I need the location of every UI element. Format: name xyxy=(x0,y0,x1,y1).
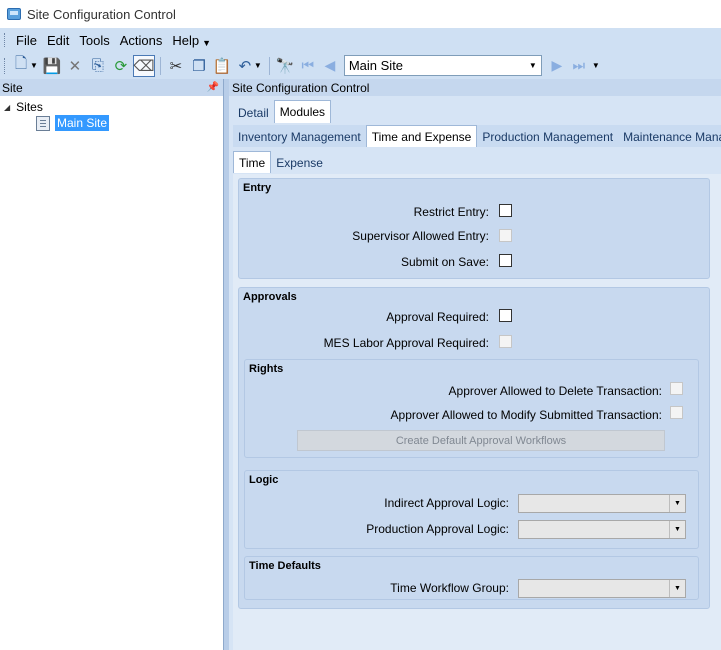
tree-node-sites[interactable]: ◢ Sites xyxy=(4,100,43,114)
tabs-level1: Detail Modules xyxy=(233,100,332,123)
chevron-down-icon[interactable]: ▼ xyxy=(669,495,685,512)
tab-time-and-expense[interactable]: Time and Expense xyxy=(365,125,478,147)
submit-on-save-label: Submit on Save: xyxy=(400,255,489,269)
logic-group-title: Logic xyxy=(249,474,279,486)
site-selector[interactable]: Main Site ▼ xyxy=(343,55,542,76)
rights-group: Rights Approver Allowed to Delete Transa… xyxy=(244,359,699,458)
config-panel-title: Site Configuration Control xyxy=(232,80,370,95)
tab-expense[interactable]: Expense xyxy=(271,153,328,173)
tab-time[interactable]: Time xyxy=(233,151,272,173)
indirect-approval-logic-label: Indirect Approval Logic: xyxy=(384,496,509,510)
tab-production-management[interactable]: Production Management xyxy=(477,127,618,147)
entry-group: Entry Restrict Entry: Supervisor Allowed… xyxy=(238,178,710,279)
site-panel-title: Site xyxy=(2,80,23,95)
previous-icon[interactable]: ◀ xyxy=(319,55,341,77)
toolbar-separator xyxy=(159,56,161,75)
menu-grip[interactable] xyxy=(4,33,7,47)
create-default-approval-workflows-button[interactable]: Create Default Approval Workflows xyxy=(297,430,665,451)
time-defaults-group-title: Time Defaults xyxy=(249,560,321,572)
chevron-down-icon[interactable]: ▼ xyxy=(669,580,685,597)
last-icon[interactable]: ⏭ xyxy=(568,55,590,77)
approvals-group-title: Approvals xyxy=(243,291,297,303)
delete-icon[interactable]: ✕ xyxy=(64,55,86,77)
config-panel-header: Site Configuration Control xyxy=(229,79,721,96)
collapse-icon[interactable]: ◢ xyxy=(4,103,10,112)
undo-icon[interactable]: ↶ xyxy=(234,55,256,77)
supervisor-allowed-entry-checkbox[interactable] xyxy=(499,229,512,242)
time-workflow-group-select[interactable]: ▼ xyxy=(518,579,686,598)
approval-required-label: Approval Required: xyxy=(386,310,489,324)
time-defaults-group: Time Defaults Time Workflow Group: ▼ xyxy=(244,556,699,600)
menu-actions[interactable]: Actions xyxy=(115,33,168,48)
site-node-icon xyxy=(36,115,50,131)
new-dropdown-icon[interactable]: ▼ xyxy=(30,61,38,70)
window-title: Site Configuration Control xyxy=(27,6,176,22)
logic-group: Logic Indirect Approval Logic: ▼ Product… xyxy=(244,470,699,549)
next-icon[interactable]: ▶ xyxy=(546,55,568,77)
toolbar-grip[interactable] xyxy=(4,57,7,74)
menu-edit[interactable]: Edit xyxy=(42,33,74,48)
production-approval-logic-label: Production Approval Logic: xyxy=(366,522,509,536)
approvals-group: Approvals Approval Required: MES Labor A… xyxy=(238,287,710,609)
tree-node-main-site[interactable]: Main Site xyxy=(36,115,110,131)
menu-bar: File Edit Tools Actions Help ▼ xyxy=(0,28,721,52)
app-icon xyxy=(7,8,21,20)
save-icon[interactable]: 💾 xyxy=(41,55,63,77)
production-approval-logic-select[interactable]: ▼ xyxy=(518,520,686,539)
tree-node-label: Sites xyxy=(16,100,43,114)
menu-overflow-icon[interactable]: ▼ xyxy=(202,38,211,48)
paste-icon[interactable]: 📋 xyxy=(211,55,233,77)
chevron-down-icon[interactable]: ▼ xyxy=(525,61,541,70)
toolbar-separator xyxy=(268,56,270,75)
eraser-icon[interactable]: ⌫ xyxy=(132,54,155,77)
site-panel-header: Site 📌 xyxy=(0,79,223,96)
first-icon[interactable]: ⏮ xyxy=(297,55,319,77)
supervisor-allowed-entry-label: Supervisor Allowed Entry: xyxy=(352,229,489,243)
mes-labor-approval-required-label: MES Labor Approval Required: xyxy=(323,336,489,350)
approval-required-checkbox[interactable] xyxy=(499,309,512,322)
submit-on-save-checkbox[interactable] xyxy=(499,254,512,267)
entry-group-title: Entry xyxy=(243,182,272,194)
new-icon[interactable]: 🗋 xyxy=(10,55,32,77)
menu-tools[interactable]: Tools xyxy=(74,33,114,48)
tabs-level3: Time Expense xyxy=(233,151,328,173)
rights-group-title: Rights xyxy=(249,363,284,375)
time-workflow-group-label: Time Workflow Group: xyxy=(390,581,509,595)
toolbar: 🗋 ▼ 💾 ✕ ⎘ ⟳ ⌫ ✂ ❐ 📋 ↶ ▼ 🔭 ⏮ ◀ Main Site … xyxy=(0,52,721,79)
cut-icon[interactable]: ✂ xyxy=(165,55,187,77)
allowed-modify-checkbox[interactable] xyxy=(670,406,683,419)
tab-modules[interactable]: Modules xyxy=(273,100,332,123)
tab-maintenance-management[interactable]: Maintenance Manage xyxy=(618,127,721,147)
tab-detail[interactable]: Detail xyxy=(233,103,274,123)
menu-file[interactable]: File xyxy=(11,33,42,48)
site-tree: ◢ Sites Main Site xyxy=(0,96,223,650)
mes-labor-approval-required-checkbox[interactable] xyxy=(499,335,512,348)
indirect-approval-logic-select[interactable]: ▼ xyxy=(518,494,686,513)
restrict-entry-checkbox[interactable] xyxy=(499,204,512,217)
allowed-delete-label: Approver Allowed to Delete Transaction: xyxy=(448,384,662,398)
time-tab-content: Entry Restrict Entry: Supervisor Allowed… xyxy=(233,174,721,650)
refresh-icon[interactable]: ⟳ xyxy=(110,55,132,77)
pin-icon[interactable]: 📌 xyxy=(207,82,219,93)
copy-icon[interactable]: ❐ xyxy=(188,55,210,77)
menu-help[interactable]: Help xyxy=(167,33,204,48)
tab-inventory-management[interactable]: Inventory Management xyxy=(233,127,366,147)
find-icon[interactable]: 🔭 xyxy=(274,55,296,77)
tree-node-label: Main Site xyxy=(55,115,110,131)
site-selector-value: Main Site xyxy=(348,58,404,73)
restrict-entry-label: Restrict Entry: xyxy=(413,205,489,219)
undo-dropdown-icon[interactable]: ▼ xyxy=(254,61,262,70)
chevron-down-icon[interactable]: ▼ xyxy=(669,521,685,538)
config-panel: Detail Modules Inventory Management Time… xyxy=(229,96,721,650)
allowed-delete-checkbox[interactable] xyxy=(670,382,683,395)
toolbar-overflow-icon[interactable]: ▼ xyxy=(592,61,600,70)
title-bar: Site Configuration Control xyxy=(0,0,721,28)
tabs-level2: Inventory Management Time and Expense Pr… xyxy=(233,125,721,147)
copy-record-icon[interactable]: ⎘ xyxy=(87,55,109,77)
allowed-modify-label: Approver Allowed to Modify Submitted Tra… xyxy=(390,408,662,422)
